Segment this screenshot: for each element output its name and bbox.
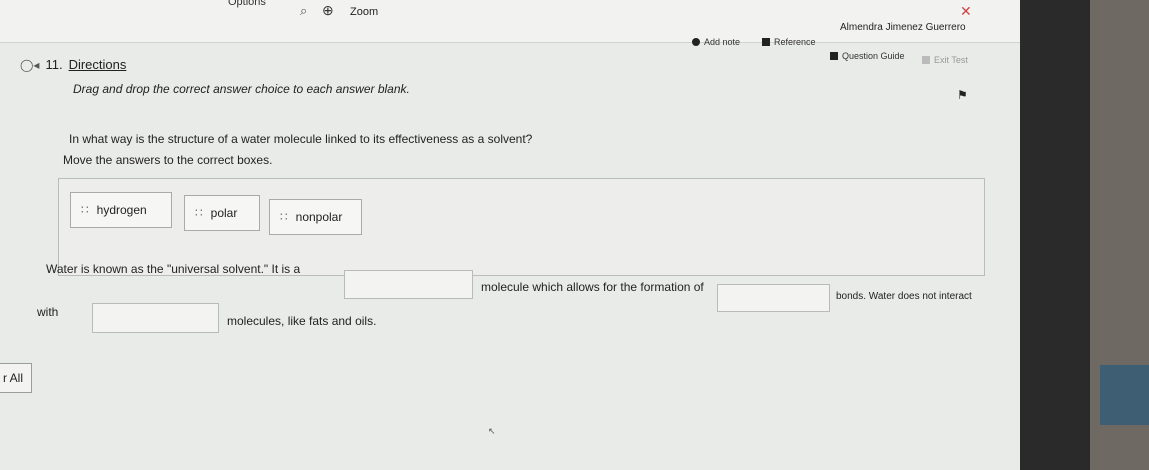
choice-polar[interactable]: ∷ polar [184, 195, 260, 231]
cursor-icon: ↖ [488, 426, 496, 436]
toolbar: Options ⌕ ⊕ Zoom Almendra Jimenez Guerre… [0, 0, 1020, 65]
grip-icon: ∷ [195, 206, 203, 220]
reference-button[interactable]: Reference [762, 37, 816, 47]
grip-icon: ∷ [81, 203, 89, 217]
question-guide-icon [830, 52, 838, 60]
zoom-label[interactable]: Zoom [350, 6, 378, 18]
photo-frame: Options ⌕ ⊕ Zoom Almendra Jimenez Guerre… [0, 0, 1149, 470]
options-menu[interactable]: Options [228, 0, 266, 8]
choice-nonpolar[interactable]: ∷ nonpolar [269, 199, 362, 235]
sentence-part-2: molecule which allows for the formation … [481, 280, 704, 294]
add-note-label: Add note [704, 37, 741, 47]
test-window: Options ⌕ ⊕ Zoom Almendra Jimenez Guerre… [0, 0, 1020, 470]
read-all-button[interactable]: r All [0, 363, 32, 393]
question-prompt: In what way is the structure of a water … [69, 132, 533, 146]
choice-label: nonpolar [295, 210, 343, 224]
choice-label: polar [210, 206, 238, 220]
question-guide-button[interactable]: Question Guide [830, 51, 905, 61]
sentence-part-3: bonds. Water does not interact [836, 291, 972, 302]
add-note-button[interactable]: Add note [692, 37, 740, 47]
read-all-label: r All [3, 371, 24, 385]
instruction-text: Drag and drop the correct answer choice … [73, 82, 410, 96]
sentence-part-5: molecules, like fats and oils. [227, 314, 377, 328]
question-number: 11. [45, 57, 63, 72]
reference-label: Reference [774, 37, 816, 47]
speaker-icon[interactable]: ◯◂ [20, 58, 39, 72]
answer-blank-3[interactable] [92, 303, 219, 333]
zoom-in-icon[interactable]: ⊕ [322, 2, 334, 19]
question-guide-label: Question Guide [842, 51, 905, 61]
answer-blank-2[interactable] [717, 284, 830, 312]
close-icon[interactable]: ✕ [960, 3, 972, 20]
reference-icon [762, 38, 770, 46]
answer-blank-1[interactable] [344, 270, 473, 299]
choice-hydrogen[interactable]: ∷ hydrogen [70, 192, 172, 228]
sentence-part-1: Water is known as the "universal solvent… [46, 262, 301, 276]
question-header: ◯◂ 11. Directions [20, 57, 126, 72]
directions-link[interactable]: Directions [69, 57, 127, 72]
monitor-bezel [1020, 0, 1149, 470]
exit-test-button[interactable]: Exit Test [922, 55, 968, 65]
grip-icon: ∷ [280, 210, 288, 224]
user-name: Almendra Jimenez Guerrero [840, 22, 966, 33]
choice-label: hydrogen [96, 203, 147, 217]
add-note-icon [692, 38, 700, 46]
background-light [1100, 365, 1149, 425]
zoom-out-icon[interactable]: ⌕ [300, 3, 307, 19]
sentence-part-4: with [37, 305, 59, 319]
exit-icon [922, 56, 930, 64]
move-instruction: Move the answers to the correct boxes. [63, 153, 273, 167]
flag-icon[interactable]: ⚑ [957, 88, 968, 102]
exit-test-label: Exit Test [934, 55, 968, 65]
